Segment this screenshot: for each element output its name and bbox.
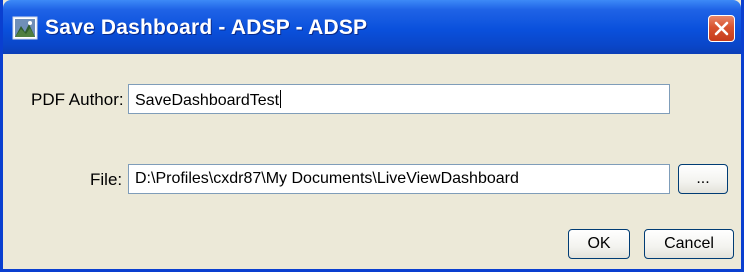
browse-button[interactable]: ... xyxy=(678,164,728,194)
save-dashboard-dialog: Save Dashboard - ADSP - ADSP PDF Author:… xyxy=(0,0,744,272)
pdf-author-label: PDF Author: xyxy=(31,90,124,109)
pdf-author-value: SaveDashboardTest xyxy=(135,92,280,109)
text-caret xyxy=(280,90,282,108)
title-bar[interactable]: Save Dashboard - ADSP - ADSP xyxy=(3,0,741,54)
file-path-value: D:\Profiles\cxdr87\My Documents\LiveView… xyxy=(135,170,519,187)
file-path-input[interactable]: D:\Profiles\cxdr87\My Documents\LiveView… xyxy=(128,164,670,194)
pdf-author-input[interactable]: SaveDashboardTest xyxy=(128,84,670,114)
cancel-button[interactable]: Cancel xyxy=(644,229,734,259)
close-icon xyxy=(714,21,729,36)
dashboard-app-icon xyxy=(12,16,38,40)
file-label: File: xyxy=(90,170,123,189)
dialog-body: PDF Author: SaveDashboardTest File: D:\P… xyxy=(3,54,741,269)
close-button[interactable] xyxy=(708,15,735,42)
dialog-title: Save Dashboard - ADSP - ADSP xyxy=(45,16,368,39)
ok-button[interactable]: OK xyxy=(568,229,630,259)
